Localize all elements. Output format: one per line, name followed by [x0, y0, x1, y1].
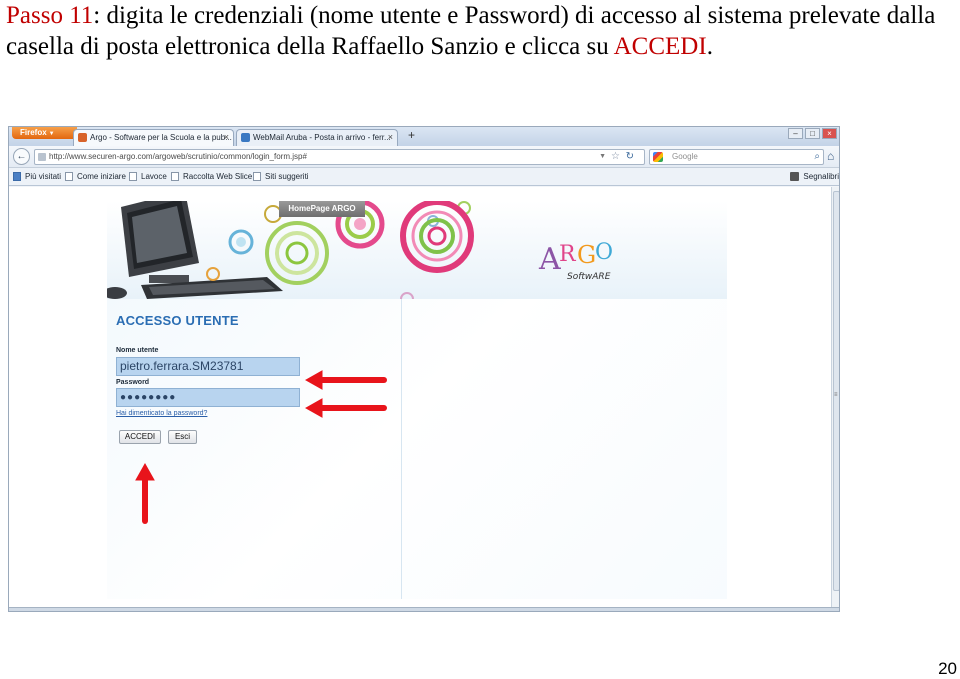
browser-window: Firefox ▼ Argo - Software per la Scuola e… [8, 126, 840, 612]
caption-text: : digita le credenziali (nome utente e P… [6, 2, 936, 60]
bookmarks-icon [790, 172, 800, 181]
page-icon [171, 172, 179, 181]
homepage-argo-tab[interactable]: HomePage ARGO [279, 201, 365, 217]
chevron-down-icon: ▼ [48, 131, 55, 137]
firefox-menu-button[interactable]: Firefox ▼ [12, 127, 77, 139]
bookmark-label: Siti suggeriti [265, 172, 309, 181]
caption-step: Passo 11 [6, 2, 94, 29]
firefox-label: Firefox [20, 128, 47, 137]
bookmark-label: Segnalibri [803, 172, 839, 181]
accedi-button[interactable]: ACCEDI [119, 430, 161, 444]
caption-end: . [706, 33, 713, 60]
username-label: Nome utente [116, 347, 159, 354]
argo-favicon-icon [78, 133, 87, 142]
bookmark-label: Lavoce [141, 172, 167, 181]
bookmark-suggested-sites[interactable]: Siti suggeriti [253, 168, 309, 185]
bookmark-star-icon[interactable]: ☆ [611, 150, 620, 164]
new-tab-button[interactable]: + [408, 128, 415, 142]
tab-argo-label: Argo - Software per la Scuola e la pub..… [90, 133, 232, 142]
minimize-button[interactable]: – [788, 128, 803, 139]
page-viewport: HomePage ARGO A R G O SoftwARE ACCESSO U… [9, 187, 831, 607]
bookmarks-toolbar: Più visitati Come iniziare Lavoce Raccol… [9, 168, 839, 186]
close-tab-icon[interactable]: × [224, 130, 229, 145]
status-bar [9, 607, 839, 611]
computer-illustration [107, 201, 283, 299]
page-icon [129, 172, 137, 181]
tab-webmail[interactable]: WebMail Aruba - Posta in arrivo - ferr..… [236, 129, 398, 146]
navigation-bar: ← http://www.securen-argo.com/argoweb/sc… [9, 146, 839, 168]
slide-caption: Passo 11: digita le credenziali (nome ut… [6, 0, 946, 62]
grip-icon: ≡ [834, 392, 838, 398]
bookmark-getting-started[interactable]: Come iniziare [65, 168, 126, 185]
bookmark-web-slice[interactable]: Raccolta Web Slice [171, 168, 252, 185]
tab-bar: Firefox ▼ Argo - Software per la Scuola e… [9, 127, 839, 146]
search-icon[interactable]: ⌕ [814, 150, 820, 164]
bookmark-lavoce[interactable]: Lavoce [129, 168, 167, 185]
bookmark-folder-icon [13, 172, 21, 181]
bookmarks-menu[interactable]: Segnalibri [790, 168, 839, 185]
argo-logo-icon: A R G O SoftwARE [538, 240, 613, 282]
webmail-favicon-icon [241, 133, 250, 142]
home-icon[interactable]: ⌂ [827, 149, 834, 163]
url-bar[interactable]: http://www.securen-argo.com/argoweb/scru… [34, 149, 645, 165]
dropdown-icon[interactable]: ▼ [599, 150, 606, 164]
svg-text:R: R [559, 242, 577, 267]
window-controls: – □ × [788, 128, 837, 139]
tab-webmail-label: WebMail Aruba - Posta in arrivo - ferr..… [253, 133, 391, 142]
bookmark-label: Come iniziare [77, 172, 126, 181]
scrollbar-thumb[interactable] [833, 191, 839, 591]
password-field[interactable]: ●●●●●●●● [116, 388, 300, 407]
page-icon [253, 172, 261, 181]
login-title: ACCESSO UTENTE [116, 313, 239, 328]
bookmark-label: Più visitati [25, 172, 62, 181]
close-window-button[interactable]: × [822, 128, 837, 139]
svg-text:SoftwARE: SoftwARE [567, 272, 611, 282]
argo-header-banner: HomePage ARGO A R G O SoftwARE [107, 201, 727, 299]
page-number: 20 [938, 659, 957, 678]
maximize-button[interactable]: □ [805, 128, 820, 139]
bookmark-label: Raccolta Web Slice [183, 172, 253, 181]
caption-highlight: ACCEDI [613, 33, 707, 60]
page-icon [65, 172, 73, 181]
svg-text:G: G [577, 241, 596, 269]
svg-text:O: O [595, 240, 613, 265]
column-divider [401, 299, 402, 599]
username-field[interactable]: pietro.ferrara.SM23781 [116, 357, 300, 376]
tab-argo[interactable]: Argo - Software per la Scuola e la pub..… [73, 129, 234, 146]
search-placeholder: Google [672, 152, 698, 161]
close-tab-icon[interactable]: × [388, 130, 393, 145]
exit-button[interactable]: Esci [168, 430, 197, 444]
password-label: Password [116, 379, 150, 386]
site-identity-icon [38, 153, 46, 161]
svg-text:A: A [538, 242, 561, 277]
google-icon [653, 152, 663, 162]
search-input[interactable]: Google ⌕ [649, 149, 824, 165]
back-button[interactable]: ← [13, 148, 30, 165]
forgot-password-link[interactable]: Hai dimenticato la password? [116, 410, 207, 417]
reload-icon[interactable]: ↻ [626, 150, 634, 164]
url-text: http://www.securen-argo.com/argoweb/scru… [49, 152, 307, 161]
vertical-scrollbar[interactable]: ≡ [831, 187, 839, 607]
bookmark-most-visited[interactable]: Più visitati [13, 168, 61, 185]
login-panel: ACCESSO UTENTE Nome utente pietro.ferrar… [107, 299, 727, 599]
